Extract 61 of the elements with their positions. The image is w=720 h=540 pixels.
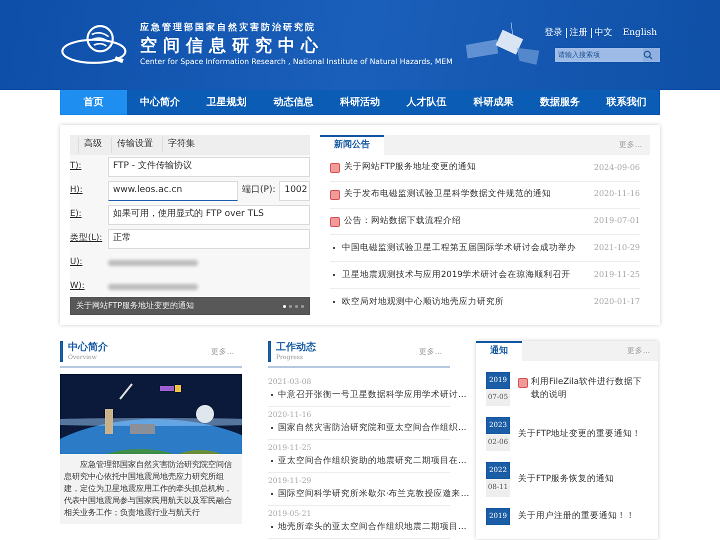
progress-link[interactable]: 国家自然灾害防治研究院和亚太空间合作组织… <box>278 421 466 435</box>
progress-link[interactable]: 国际空间科学研究所米歇尔·布兰克教授应邀来… <box>278 487 470 501</box>
dialog-field: www.leos.ac.cn <box>108 180 238 201</box>
intro-paragraph: 应急管理部国家自然灾害防治研究院空间信息研究中心依托中国地震局地壳应力研究所组建，定位为卫星地震应用工作的牵头抓总机构，代表中国地震局参与国家民用航天以及军民融合相关业务工作；负责地震行业与航天行 <box>60 454 242 524</box>
news-date: 2021-10-29 <box>594 243 640 254</box>
header-link[interactable]: English <box>620 28 660 38</box>
dialog-tab-label: 传输设置 <box>111 137 158 153</box>
progress-link[interactable]: 亚太空间合作组织资助的地震研究二期项目在… <box>278 454 466 468</box>
news-date: 2020-01-17 <box>594 296 640 308</box>
slide-dot[interactable] <box>289 304 292 308</box>
dialog-field: FTP - 文件传输协议 <box>108 156 310 177</box>
panel-tab[interactable]: 通知 <box>476 341 522 361</box>
dialog-field: 正常 <box>108 228 310 249</box>
nav-tab[interactable]: 卫星规划 <box>193 90 260 115</box>
field-label: T): <box>70 161 82 172</box>
news-link[interactable]: 卫星地震观测技术与应用2019学术研讨会在琼海顺利召开 <box>342 270 571 281</box>
nav-tab[interactable]: 动态信息 <box>260 90 327 115</box>
dialog-field: 如果可用，使用显式的 FTP over TLS <box>108 204 310 225</box>
nav-tab[interactable]: 联系我们 <box>593 90 660 115</box>
header-link[interactable]: 登录 <box>542 28 566 38</box>
news-link[interactable]: 欧空局对地观测中心顺访地壳应力研究所 <box>342 296 504 308</box>
news-link[interactable]: 公告：网站数据下载流程介绍 <box>344 216 461 228</box>
section-title: 工作动态 <box>276 341 316 354</box>
org-name: 应急管理部国家自然灾害防治研究院 <box>140 23 317 35</box>
slide-dot[interactable] <box>283 304 286 308</box>
site-title: 空间信息研究中心 <box>140 34 325 58</box>
notice-link[interactable]: 关于用户注册的重要通知！！ <box>518 510 635 522</box>
header-link[interactable]: 中文 <box>590 28 616 38</box>
slide-dot[interactable] <box>295 304 298 308</box>
news-link[interactable]: 中国电磁监测试验卫星工程第五届国际学术研讨会成功举办 <box>342 242 576 254</box>
panel-tab[interactable]: 新闻公告 <box>320 135 384 155</box>
header-link[interactable]: 注册 <box>566 28 591 38</box>
progress-link[interactable]: 中意召开张衡一号卫星数据科学应用学术研讨… <box>278 388 466 402</box>
nav-tab[interactable]: 数据服务 <box>526 90 594 115</box>
news-link[interactable]: 关于网站FTP服务地址变更的通知 <box>344 162 476 174</box>
slide-caption[interactable]: 关于网站FTP服务地址变更的通知 <box>76 300 194 312</box>
dialog-tab-label: 高级 <box>78 137 107 153</box>
field-label: E): <box>70 209 83 220</box>
field-label: 端口(P): <box>242 184 276 197</box>
nav-tab[interactable]: 人才队伍 <box>393 90 460 115</box>
news-link[interactable]: 关于发布电磁监测试验卫星科学数据文件规范的通知 <box>344 189 551 200</box>
field-label: W): <box>70 281 86 292</box>
notice-link[interactable]: 利用FileZila软件进行数据下载的说明 <box>531 376 648 402</box>
news-date: 2019-11-25 <box>594 270 640 280</box>
field-label: U): <box>70 257 84 268</box>
notice-link[interactable]: 关于FTP服务恢复的通知 <box>518 473 614 486</box>
section-title: 中心简介 <box>68 341 108 354</box>
nav-tab[interactable]: 科研成果 <box>460 90 527 115</box>
field-label: H): <box>70 185 84 196</box>
field-label: 类型(L): <box>70 233 104 244</box>
progress-link[interactable]: 地壳所牵头的亚太空间合作组织地震二期项目… <box>278 520 466 534</box>
news-date: 2020-11-16 <box>594 189 640 200</box>
notice-link[interactable]: 关于FTP地址变更的重要通知！ <box>518 428 642 441</box>
news-date: 2024-09-06 <box>594 162 640 174</box>
dialog-tab-label: 字符集 <box>162 137 200 153</box>
news-date: 2019-07-01 <box>594 216 640 227</box>
search-icon[interactable] <box>643 50 653 60</box>
nav-tab[interactable]: 科研活动 <box>326 90 394 115</box>
dialog-field: 1002 <box>279 180 310 201</box>
slide-dot[interactable] <box>301 304 304 308</box>
nav-tab[interactable]: 中心简介 <box>126 90 194 115</box>
